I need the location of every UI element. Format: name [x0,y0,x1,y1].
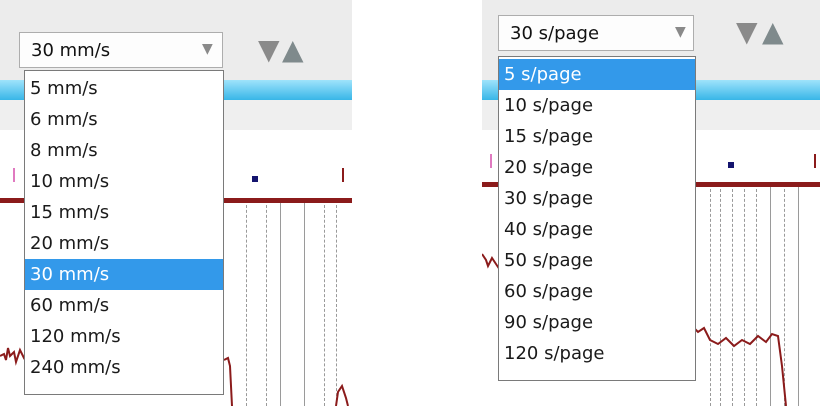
dropdown-option[interactable]: 5 mm/s [25,73,223,104]
chevron-down-icon: ▼ [675,24,686,40]
marker-dot [728,162,734,168]
chevron-down-icon: ▼ [202,41,213,57]
dropdown-option[interactable]: 15 s/page [499,121,695,152]
marker-dot [252,176,258,182]
event-tick [814,154,816,168]
dropdown-option[interactable]: 50 s/page [499,245,695,276]
dropdown-option[interactable]: 90 s/page [499,307,695,338]
page-select[interactable]: 30 s/page ▼ [498,15,694,51]
dropdown-option[interactable]: 240 mm/s [25,352,223,383]
dropdown-option[interactable]: 120 s/page [499,338,695,369]
dropdown-option[interactable]: 10 s/page [499,90,695,121]
speed-select[interactable]: 30 mm/s ▼ [19,32,223,68]
dropdown-option[interactable]: 15 mm/s [25,197,223,228]
speed-dropdown-list: 5 mm/s 6 mm/s 8 mm/s 10 mm/s 15 mm/s 20 … [24,70,224,395]
dropdown-option[interactable]: 30 s/page [499,183,695,214]
page-dropdown-list: 5 s/page 10 s/page 15 s/page 20 s/page 3… [498,56,696,381]
dropdown-option[interactable]: 6 mm/s [25,104,223,135]
event-tick [490,154,492,168]
dropdown-option-selected[interactable]: 30 mm/s [25,259,223,290]
dropdown-option[interactable]: 60 mm/s [25,290,223,321]
triangle-up-icon[interactable]: ▲ [762,18,784,46]
dropdown-option[interactable]: 8 mm/s [25,135,223,166]
dropdown-option[interactable]: 60 s/page [499,276,695,307]
event-tick [342,168,344,182]
triangle-down-icon[interactable]: ▼ [736,18,758,46]
dropdown-option[interactable]: 20 s/page [499,152,695,183]
dropdown-option[interactable]: 40 s/page [499,214,695,245]
event-tick [13,168,15,182]
right-screenshot-panel: 30 s/page ▼ ▼ ▲ 5 s/page 10 s/page 15 s/… [482,0,820,406]
triangle-down-icon[interactable]: ▼ [258,36,280,64]
speed-select-value: 30 mm/s [31,40,111,61]
dropdown-option-selected[interactable]: 5 s/page [499,59,695,90]
triangle-up-icon[interactable]: ▲ [282,36,304,64]
dropdown-option[interactable]: 20 mm/s [25,228,223,259]
page-select-value: 30 s/page [510,23,600,44]
left-screenshot-panel: 30 mm/s ▼ ▼ ▲ 5 mm/s 6 mm/s 8 mm/s 10 mm… [0,0,352,406]
dropdown-option[interactable]: 120 mm/s [25,321,223,352]
dropdown-option[interactable]: 10 mm/s [25,166,223,197]
